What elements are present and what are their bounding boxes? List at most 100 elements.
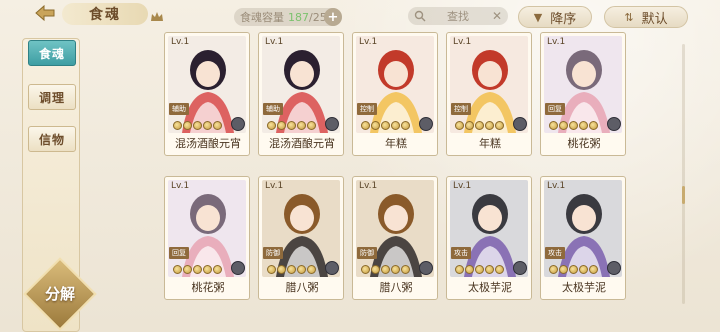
scrollbar-thumb[interactable] [682,186,685,204]
role-badge: 回复 [545,103,565,115]
role-badge: 攻击 [545,247,565,259]
star-icon [475,265,484,274]
star-icon [579,121,588,130]
sort-label: 降序 [550,11,577,27]
role-badge: 防御 [263,247,283,259]
card-level: Lv.1 [265,181,284,191]
sort-order-button[interactable]: ▼ 降序 [518,6,592,28]
gear-icon [513,261,527,275]
star-icon [297,121,306,130]
star-rating [267,265,316,274]
star-icon [465,265,474,274]
default-label: 默认 [641,11,668,27]
crown-icon[interactable] [150,8,164,21]
star-icon [361,121,370,130]
star-icon [549,121,558,130]
gear-icon [607,117,621,131]
gear-icon [513,117,527,131]
capacity-current: 187 [288,10,309,24]
role-badge: 辅助 [169,103,189,115]
card-name: 腊八粥 [379,281,413,294]
food-soul-card[interactable]: Lv.1 防御 腊八粥 [352,176,438,300]
star-icon [297,265,306,274]
tab-shihun[interactable]: 食魂 [28,40,76,66]
top-bar: 食魂 食魂容量 187 /250 + 查找 ✕ ▼ 降序 ⇅ 默认 [0,0,720,34]
star-icon [193,265,202,274]
search-icon [414,10,426,22]
star-icon [307,121,316,130]
star-icon [485,265,494,274]
star-icon [173,265,182,274]
gear-icon [231,117,245,131]
gear-icon [231,261,245,275]
star-icon [485,121,494,130]
capacity-label: 食魂容量 [240,11,284,24]
star-icon [455,265,464,274]
food-soul-card[interactable]: Lv.1 回复桃花粥 [540,32,626,156]
food-soul-card[interactable]: Lv.1 控制年糕 [446,32,532,156]
food-soul-card[interactable]: Lv.1 攻击 太极芋泥 [540,176,626,300]
card-level: Lv.1 [547,181,566,191]
role-badge: 辅助 [263,103,283,115]
star-icon [203,121,212,130]
food-soul-card[interactable]: Lv.1 控制 年糕 [352,32,438,156]
star-rating [455,265,504,274]
star-rating [361,121,410,130]
star-icon [213,265,222,274]
role-badge: 回复 [169,247,189,259]
star-icon [589,121,598,130]
star-rating [361,265,410,274]
filter-default-button[interactable]: ⇅ 默认 [604,6,688,28]
star-icon [559,121,568,130]
filter-icon: ⇅ [624,10,634,24]
star-icon [569,121,578,130]
card-name: 年糕 [479,137,501,150]
food-soul-card[interactable]: Lv.1 攻击 太极芋泥 [446,176,532,300]
star-icon [287,265,296,274]
food-soul-card[interactable]: Lv.1 辅助 混汤酒酿元宵 [258,32,344,156]
card-level: Lv.1 [171,181,190,191]
clear-icon[interactable]: ✕ [492,9,502,23]
star-icon [549,265,558,274]
star-rating [173,121,222,130]
star-icon [455,121,464,130]
card-name: 桃花粥 [567,137,601,150]
card-level: Lv.1 [359,37,378,47]
tab-xinwu[interactable]: 信物 [28,126,76,152]
card-name: 混汤酒酿元宵 [175,137,241,150]
star-icon [381,121,390,130]
tab-tiaoli[interactable]: 调理 [28,84,76,110]
card-name: 年糕 [385,137,407,150]
star-icon [381,265,390,274]
decompose-label: 分解 [44,285,75,303]
card-name: 混汤酒酿元宵 [269,137,335,150]
capacity-display: 食魂容量 187 /250 + [234,8,342,26]
food-soul-card[interactable]: Lv.1 回复 桃花粥 [164,176,250,300]
search-field[interactable]: 查找 ✕ [408,7,508,25]
star-icon [371,265,380,274]
card-level: Lv.1 [359,181,378,191]
star-icon [475,121,484,130]
star-icon [277,121,286,130]
star-icon [495,265,504,274]
gear-icon [419,117,433,131]
card-level: Lv.1 [547,37,566,47]
star-icon [183,121,192,130]
star-rating [455,121,504,130]
add-capacity-button[interactable]: + [324,8,342,26]
star-icon [391,265,400,274]
star-icon [307,265,316,274]
star-icon [569,265,578,274]
card-level: Lv.1 [453,37,472,47]
star-icon [183,265,192,274]
star-icon [361,265,370,274]
scrollbar-track[interactable] [682,44,685,304]
role-badge: 控制 [451,103,471,115]
food-soul-card[interactable]: Lv.1 防御 腊八粥 [258,176,344,300]
gear-icon [325,261,339,275]
star-icon [277,265,286,274]
gear-icon [325,117,339,131]
star-icon [267,121,276,130]
food-soul-card[interactable]: Lv.1 辅助 混汤酒酿元宵 [164,32,250,156]
star-icon [391,121,400,130]
